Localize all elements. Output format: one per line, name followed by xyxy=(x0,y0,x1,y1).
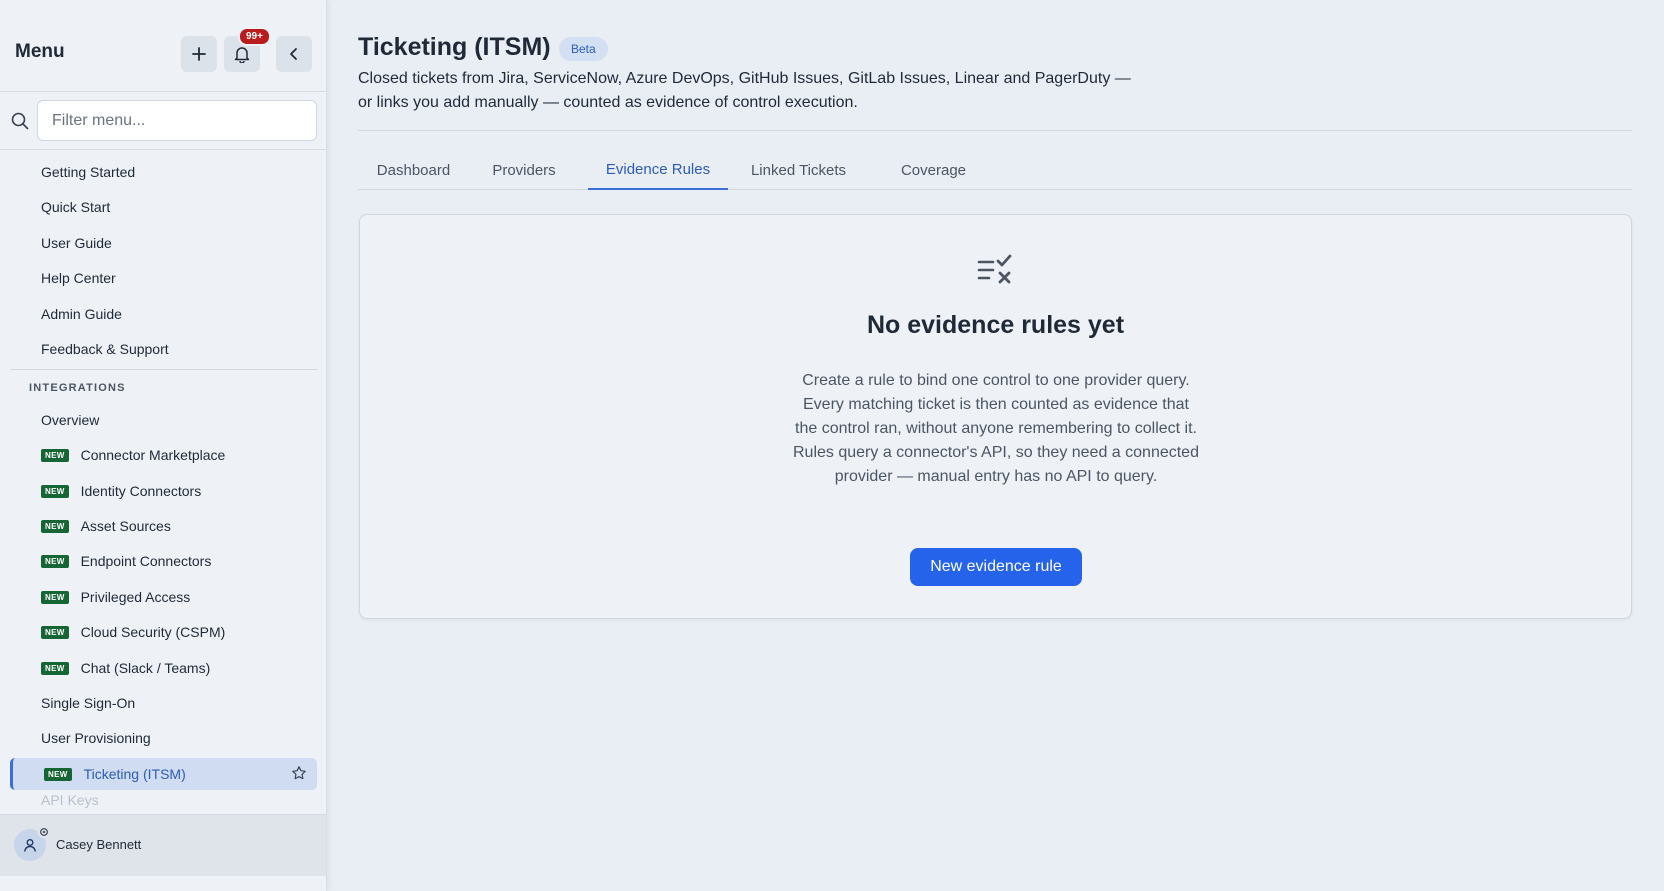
sidebar-item-label: Chat (Slack / Teams) xyxy=(80,660,211,676)
sidebar-item-label: Help Center xyxy=(41,270,116,286)
filter-menu-input[interactable] xyxy=(37,100,317,141)
header-divider xyxy=(358,130,1632,131)
sidebar-item-admin-guide[interactable]: Admin Guide xyxy=(10,298,317,330)
sidebar-item-label: Cloud Security (CSPM) xyxy=(80,624,226,640)
tab-coverage[interactable]: Coverage xyxy=(869,150,998,190)
list-checks-icon xyxy=(976,252,1016,293)
bell-icon xyxy=(234,47,250,63)
sidebar-item-endpoint-connectors[interactable]: NEW Endpoint Connectors xyxy=(10,545,317,577)
sidebar-item-label: Quick Start xyxy=(41,199,111,215)
add-button[interactable] xyxy=(181,36,217,72)
sidebar-item-user-provisioning[interactable]: User Provisioning xyxy=(10,722,317,754)
tab-evidence-rules[interactable]: Evidence Rules xyxy=(588,150,728,190)
sidebar-item-api-keys[interactable]: API Keys xyxy=(10,792,317,812)
sidebar: Menu 99+ Gettin xyxy=(0,0,327,891)
sidebar-item-label: Asset Sources xyxy=(80,518,171,534)
sidebar-item-quick-start[interactable]: Quick Start xyxy=(10,191,317,223)
tab-providers[interactable]: Providers xyxy=(469,150,579,190)
sidebar-search xyxy=(0,92,326,150)
new-tag: NEW xyxy=(44,767,72,781)
new-evidence-rule-button[interactable]: New evidence rule xyxy=(910,548,1082,586)
sidebar-item-identity-connectors[interactable]: NEW Identity Connectors xyxy=(10,475,317,507)
tab-dashboard[interactable]: Dashboard xyxy=(358,150,469,190)
user-icon xyxy=(24,839,36,852)
empty-state-description: Create a rule to bind one control to one… xyxy=(793,372,1199,485)
empty-state-card: No evidence rules yet Create a rule to b… xyxy=(359,214,1632,619)
sidebar-item-label: Overview xyxy=(41,412,100,428)
new-tag: NEW xyxy=(41,484,69,498)
new-tag: NEW xyxy=(41,554,69,568)
user-profile[interactable]: Casey Bennett xyxy=(0,814,326,876)
sidebar-item-label: Ticketing (ITSM) xyxy=(83,766,186,782)
sidebar-item-label: Connector Marketplace xyxy=(80,447,226,463)
sidebar-header: Menu 99+ xyxy=(0,0,326,92)
page-description: Closed tickets from Jira, ServiceNow, Az… xyxy=(358,70,1131,111)
sidebar-item-connector-marketplace[interactable]: NEW Connector Marketplace xyxy=(10,439,317,471)
sidebar-item-help-center[interactable]: Help Center xyxy=(10,262,317,294)
user-name: Casey Bennett xyxy=(56,837,142,852)
new-tag: NEW xyxy=(41,625,69,639)
star-icon[interactable] xyxy=(291,765,307,784)
new-tag: NEW xyxy=(41,448,69,462)
search-icon xyxy=(10,111,30,131)
plus-icon xyxy=(192,47,206,61)
main-content: Ticketing (ITSM) Beta Closed tickets fro… xyxy=(327,0,1664,891)
sidebar-item-label: API Keys xyxy=(41,792,99,808)
new-tag: NEW xyxy=(41,590,69,604)
sidebar-item-label: Feedback & Support xyxy=(41,341,169,357)
sidebar-item-single-sign-on[interactable]: Single Sign-On xyxy=(10,687,317,719)
sidebar-item-user-guide[interactable]: User Guide xyxy=(10,227,317,259)
sidebar-item-label: Getting Started xyxy=(41,164,136,180)
sidebar-item-feedback-support[interactable]: Feedback & Support xyxy=(10,333,317,365)
sidebar-item-label: Single Sign-On xyxy=(41,695,136,711)
sidebar-item-label: User Guide xyxy=(41,235,112,251)
notifications-button[interactable]: 99+ xyxy=(224,27,271,72)
new-tag: NEW xyxy=(41,661,69,675)
sidebar-title: Menu xyxy=(15,41,65,62)
new-tag: NEW xyxy=(41,519,69,533)
avatar[interactable] xyxy=(14,825,50,861)
sidebar-item-overview[interactable]: Overview xyxy=(10,404,317,436)
sidebar-item-label: Privileged Access xyxy=(80,589,191,605)
sidebar-item-chat[interactable]: NEW Chat (Slack / Teams) xyxy=(10,652,317,684)
beta-badge: Beta xyxy=(559,37,608,61)
sidebar-item-privileged-access[interactable]: NEW Privileged Access xyxy=(10,581,317,613)
sidebar-item-ticketing[interactable]: NEW Ticketing (ITSM) xyxy=(10,758,317,790)
sidebar-item-label: User Provisioning xyxy=(41,730,151,746)
page-title: Ticketing (ITSM) xyxy=(358,33,551,61)
section-label-integrations: INTEGRATIONS xyxy=(29,382,126,394)
chevron-left-icon xyxy=(290,48,297,60)
section-divider xyxy=(10,369,317,370)
collapse-sidebar-button[interactable] xyxy=(276,36,312,72)
empty-state-title: No evidence rules yet xyxy=(866,311,1125,339)
sidebar-item-cloud-security[interactable]: NEW Cloud Security (CSPM) xyxy=(10,616,317,648)
sidebar-item-label: Admin Guide xyxy=(41,306,122,322)
sidebar-item-getting-started[interactable]: Getting Started xyxy=(10,156,317,188)
notification-badge: 99+ xyxy=(238,27,271,46)
tab-linked-tickets[interactable]: Linked Tickets xyxy=(728,150,869,190)
sidebar-item-label: Endpoint Connectors xyxy=(80,553,212,569)
tab-bar: Dashboard Providers Evidence Rules Linke… xyxy=(358,150,1632,190)
sidebar-item-asset-sources[interactable]: NEW Asset Sources xyxy=(10,510,317,542)
gear-icon xyxy=(37,825,50,838)
sidebar-item-label: Identity Connectors xyxy=(80,483,202,499)
